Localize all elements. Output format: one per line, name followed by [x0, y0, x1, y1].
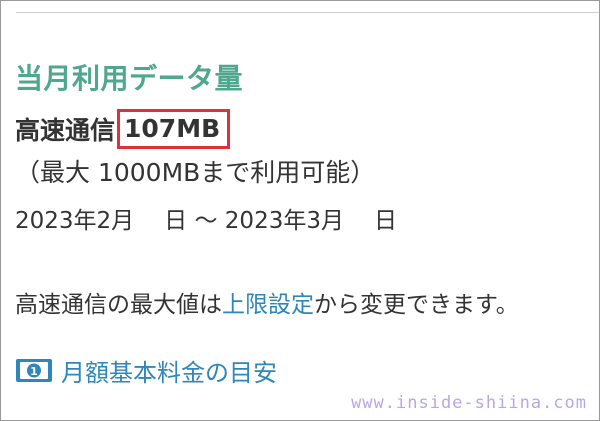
period-start-day: 日	[164, 208, 188, 234]
period-separator: ～	[194, 208, 218, 234]
period-end: 2023年3月	[224, 208, 344, 234]
period-end-day: 日	[373, 208, 397, 234]
svg-text:1: 1	[30, 365, 38, 378]
max-info-suffix: から変更できます。	[314, 292, 519, 318]
period-start: 2023年2月	[15, 208, 135, 234]
max-setting-info: 高速通信の最大値は上限設定から変更できます。	[15, 285, 519, 319]
monthly-fee-row[interactable]: 1 月額基本料金の目安	[15, 353, 277, 388]
usage-limit-text: （最大 1000MBまで利用可能）	[15, 158, 376, 187]
top-divider	[16, 12, 599, 13]
limit-setting-link[interactable]: 上限設定	[222, 292, 314, 318]
usage-value-highlight: 107MB	[117, 109, 231, 149]
billing-period: 2023年2月 日 ～ 2023年3月 日	[15, 201, 397, 235]
max-info-prefix: 高速通信の最大値は	[15, 292, 222, 318]
money-bill-icon: 1	[16, 359, 52, 382]
usage-row: 高速通信 107MB	[15, 109, 231, 149]
usage-label: 高速通信	[15, 116, 116, 145]
site-watermark: www.inside-shiina.com	[351, 393, 587, 413]
monthly-fee-link[interactable]: 月額基本料金の目安	[61, 353, 277, 388]
data-usage-panel: 当月利用データ量 高速通信 107MB （最大 1000MBまで利用可能） 20…	[0, 0, 600, 421]
section-title: 当月利用データ量	[15, 62, 244, 95]
